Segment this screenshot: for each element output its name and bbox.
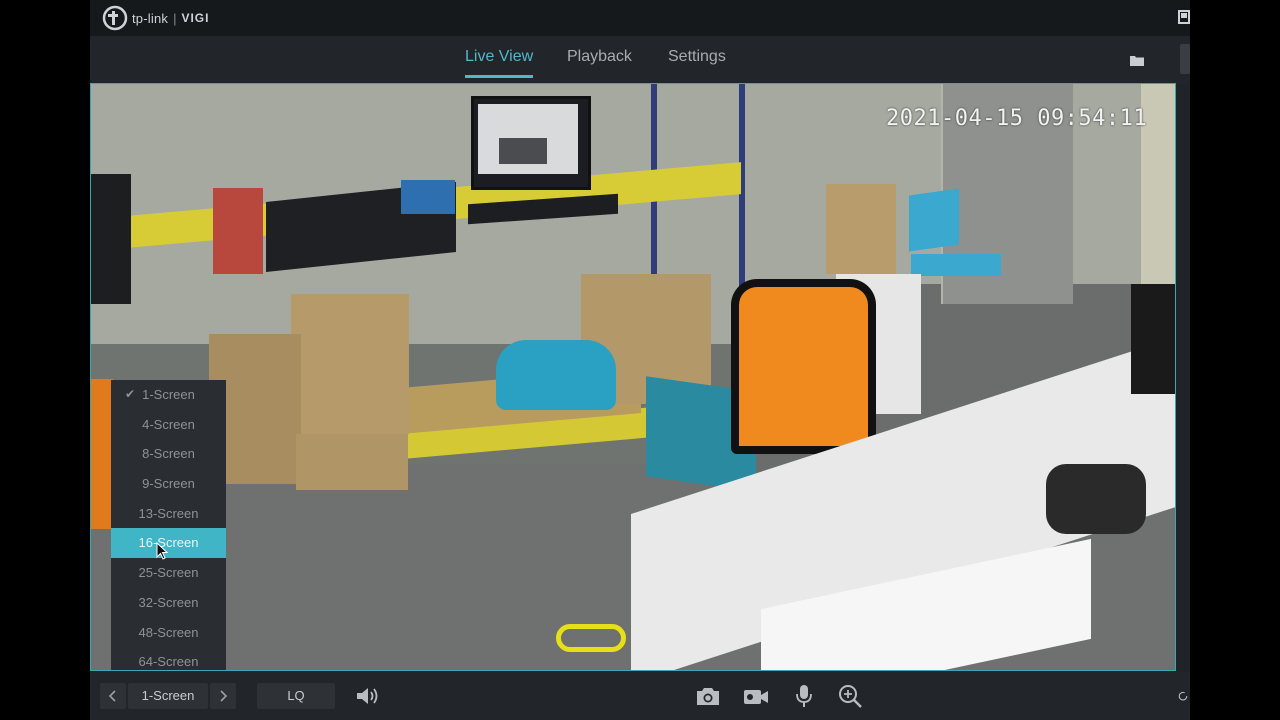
menu-item-25-screen[interactable]: 25-Screen [111, 558, 226, 588]
scene-cables [1046, 464, 1146, 534]
product-name: VIGI [181, 11, 210, 25]
menu-item-48-screen[interactable]: 48-Screen [111, 618, 226, 648]
scene-blue-chair-seat [911, 254, 1001, 276]
video-record-icon [744, 690, 768, 704]
scene-vacuum [496, 340, 616, 410]
scene-monitor-window [499, 138, 547, 164]
scene-scissors [556, 624, 626, 652]
stream-quality-select[interactable]: LQ [257, 683, 335, 709]
digital-zoom-button[interactable] [836, 683, 864, 709]
menu-item-32-screen[interactable]: 32-Screen [111, 588, 226, 618]
nav-bar: Live View Playback Settings [90, 36, 1190, 84]
logo: tp-link | VIGI [102, 5, 209, 31]
window-icon[interactable] [1178, 10, 1190, 24]
title-bar: tp-link | VIGI [90, 0, 1190, 36]
brand-name: tp-link [132, 10, 169, 26]
camera-icon [697, 688, 719, 705]
tab-playback[interactable]: Playback [567, 48, 632, 78]
scene-red-boxes [213, 188, 263, 274]
check-icon: ✔ [125, 387, 136, 401]
mouse-cursor-icon [156, 542, 168, 560]
brand-separator: | [173, 10, 177, 26]
menu-item-64-screen[interactable]: 64-Screen [111, 647, 226, 670]
tp-link-logo-icon [102, 5, 128, 31]
audio-button[interactable] [354, 683, 382, 709]
scene-device-panel [401, 180, 455, 214]
menu-item-9-screen[interactable]: 9-Screen [111, 469, 226, 499]
menu-item-8-screen[interactable]: 8-Screen [111, 439, 226, 469]
scene-box [291, 294, 409, 434]
bottom-toolbar: 1-Screen LQ [90, 672, 1190, 720]
menu-item-4-screen[interactable]: 4-Screen [111, 410, 226, 440]
menu-item-1-screen[interactable]: ✔ 1-Screen [111, 380, 226, 410]
microphone-icon [796, 685, 812, 707]
snapshot-button[interactable] [694, 683, 722, 709]
prev-layout-button[interactable] [100, 683, 126, 709]
scene-speaker [1131, 284, 1175, 394]
scene-orange-edge [91, 379, 113, 529]
tab-settings[interactable]: Settings [668, 48, 726, 78]
scene-dark-object [91, 174, 131, 304]
menu-item-label: 1-Screen [142, 387, 195, 402]
talk-button[interactable] [790, 683, 818, 709]
chevron-left-icon [108, 690, 116, 702]
speaker-icon [357, 688, 378, 704]
layout-dropdown-menu: ✔ 1-Screen 4-Screen 8-Screen 9-Screen 13… [111, 380, 226, 670]
chevron-right-icon [220, 690, 228, 702]
vigi-app: tp-link | VIGI Live View Playback Settin… [90, 0, 1190, 720]
scene-box [826, 184, 896, 274]
record-button[interactable] [742, 683, 770, 709]
video-timestamp: 2021-04-15 09:54:11 [886, 106, 1148, 131]
zoom-in-icon [839, 685, 862, 708]
menu-item-16-screen[interactable]: 16-Screen [111, 528, 226, 559]
refresh-icon [1178, 691, 1188, 701]
scene-box [296, 434, 408, 490]
scene-orange-chair-back [731, 279, 876, 454]
next-layout-button[interactable] [210, 683, 236, 709]
layout-select[interactable]: 1-Screen [128, 683, 208, 709]
tab-live-view[interactable]: Live View [465, 48, 534, 78]
scrollbar-handle[interactable] [1180, 44, 1190, 74]
menu-item-13-screen[interactable]: 13-Screen [111, 499, 226, 529]
folder-icon[interactable] [1130, 54, 1144, 66]
refresh-button[interactable] [1176, 683, 1190, 709]
live-video-feed[interactable]: 2021-04-15 09:54:11 ✔ 1-Screen 4-Screen … [90, 83, 1176, 671]
scene-blue-chair [909, 188, 959, 252]
